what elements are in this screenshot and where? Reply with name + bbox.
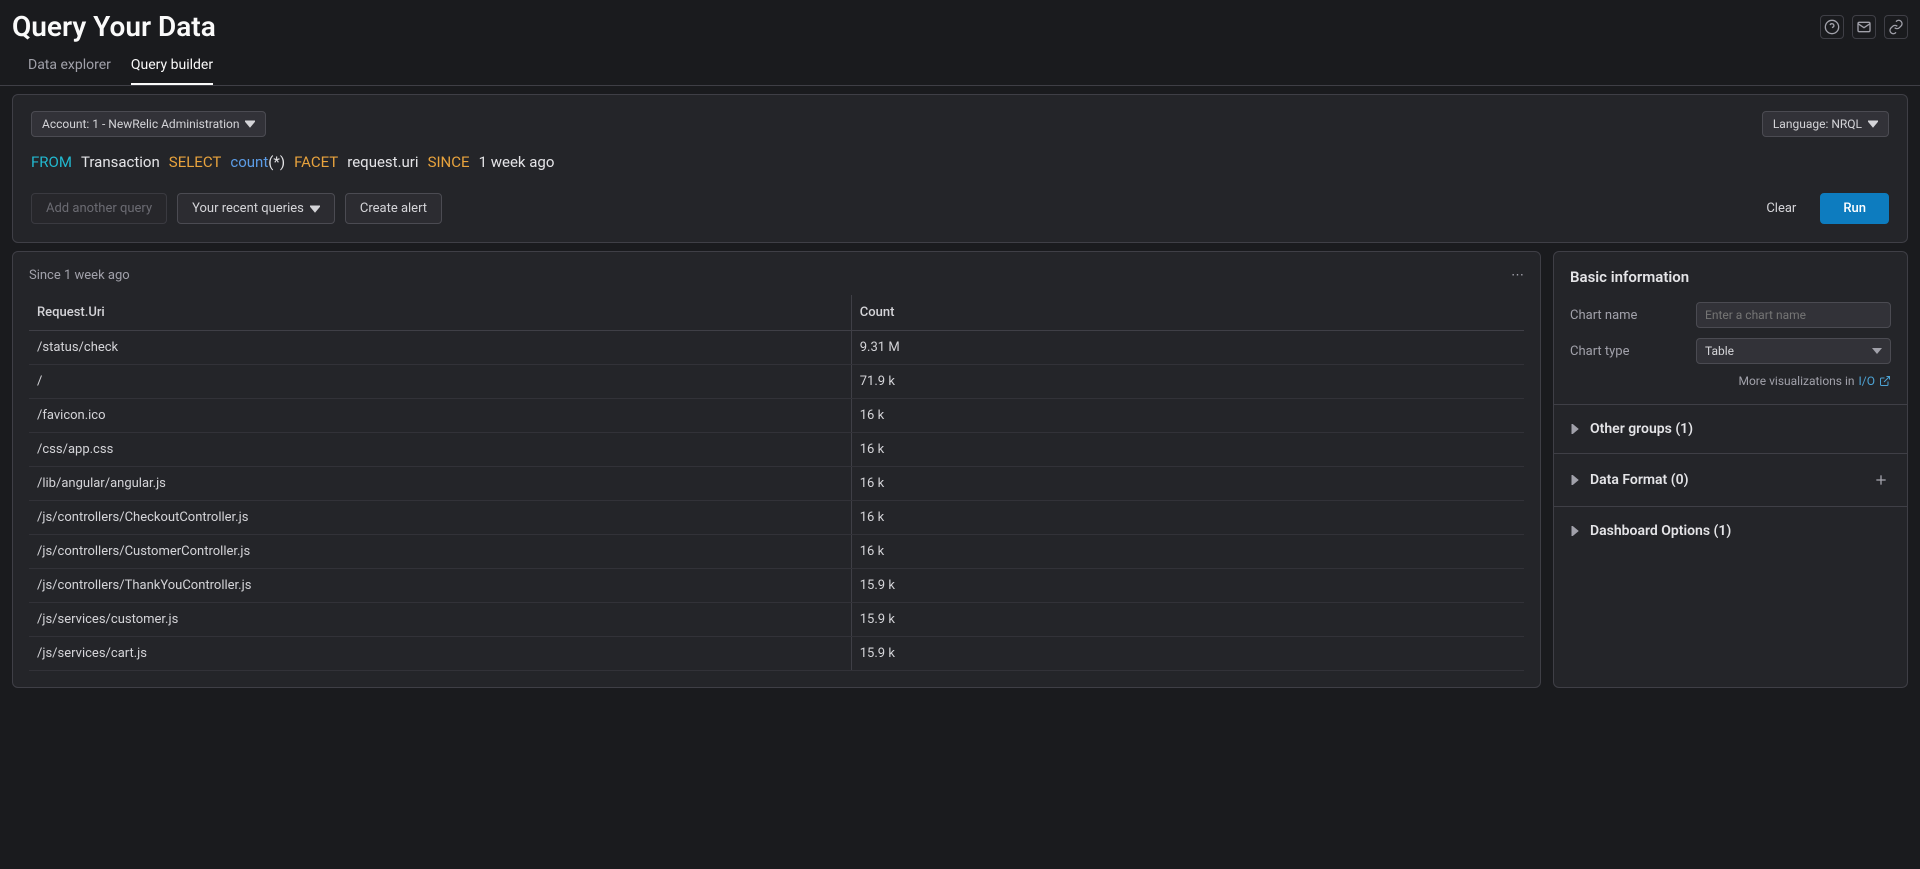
query-facet-field: request.uri: [347, 153, 418, 171]
recent-queries-label: Your recent queries: [192, 201, 304, 216]
run-button[interactable]: Run: [1820, 193, 1889, 224]
link-icon[interactable]: [1884, 15, 1908, 39]
cell-count: 16 k: [851, 501, 1524, 535]
column-header-uri[interactable]: Request.Uri: [29, 295, 851, 331]
keyword-from: FROM: [31, 153, 72, 171]
table-row[interactable]: /js/services/cart.js15.9 k: [29, 637, 1524, 671]
tab-data-explorer[interactable]: Data explorer: [28, 57, 111, 85]
table-row[interactable]: /css/app.css16 k: [29, 433, 1524, 467]
plus-icon: [1873, 472, 1889, 488]
table-row[interactable]: /js/controllers/ThankYouController.js15.…: [29, 569, 1524, 603]
cell-count: 9.31 M: [851, 331, 1524, 365]
cell-uri: /js/controllers/CustomerController.js: [29, 535, 851, 569]
cell-count: 16 k: [851, 399, 1524, 433]
cell-count: 16 k: [851, 535, 1524, 569]
recent-queries-button[interactable]: Your recent queries: [177, 193, 335, 224]
mail-icon[interactable]: [1852, 15, 1876, 39]
cell-uri: /js/services/customer.js: [29, 603, 851, 637]
table-row[interactable]: /favicon.ico16 k: [29, 399, 1524, 433]
help-icon[interactable]: [1820, 15, 1844, 39]
dashboard-options-accordion[interactable]: Dashboard Options (1): [1554, 507, 1907, 555]
cell-uri: /: [29, 365, 851, 399]
cell-count: 15.9 k: [851, 637, 1524, 671]
cell-uri: /css/app.css: [29, 433, 851, 467]
column-header-count[interactable]: Count: [851, 295, 1524, 331]
chevron-down-icon: [1868, 119, 1878, 129]
external-link-icon: [1879, 375, 1891, 387]
cell-uri: /favicon.ico: [29, 399, 851, 433]
cell-uri: /js/controllers/CheckoutController.js: [29, 501, 851, 535]
chart-name-label: Chart name: [1570, 308, 1637, 323]
cell-count: 15.9 k: [851, 603, 1524, 637]
language-selector[interactable]: Language: NRQL: [1762, 111, 1889, 137]
dashboard-options-label: Dashboard Options (1): [1590, 523, 1731, 539]
cell-count: 71.9 k: [851, 365, 1524, 399]
io-link[interactable]: I/O: [1859, 374, 1875, 388]
query-since-val: 1 week ago: [479, 153, 555, 171]
query-table: Transaction: [81, 153, 160, 171]
cell-uri: /js/services/cart.js: [29, 637, 851, 671]
add-another-query-button: Add another query: [31, 193, 167, 224]
chevron-down-icon: [1872, 346, 1882, 356]
table-row[interactable]: /lib/angular/angular.js16 k: [29, 467, 1524, 501]
table-row[interactable]: /status/check9.31 M: [29, 331, 1524, 365]
cell-uri: /js/controllers/ThankYouController.js: [29, 569, 851, 603]
other-groups-label: Other groups (1): [1590, 421, 1693, 437]
add-format-button[interactable]: [1871, 470, 1891, 490]
cell-count: 15.9 k: [851, 569, 1524, 603]
keyword-since: SINCE: [428, 153, 470, 171]
data-format-label: Data Format (0): [1590, 472, 1689, 488]
chart-type-label: Chart type: [1570, 344, 1630, 359]
cell-uri: /lib/angular/angular.js: [29, 467, 851, 501]
table-row[interactable]: /js/services/customer.js15.9 k: [29, 603, 1524, 637]
language-selector-label: Language: NRQL: [1773, 117, 1862, 131]
more-viz-text: More visualizations in: [1738, 374, 1854, 388]
cell-count: 16 k: [851, 467, 1524, 501]
chevron-right-icon: [1570, 526, 1580, 536]
query-args: (*): [268, 153, 285, 171]
keyword-select: SELECT: [169, 153, 222, 171]
chart-type-select[interactable]: Table: [1696, 338, 1891, 364]
create-alert-button[interactable]: Create alert: [345, 193, 442, 224]
clear-button[interactable]: Clear: [1752, 193, 1810, 224]
basic-info-header: Basic information: [1570, 268, 1891, 286]
chevron-right-icon: [1570, 475, 1580, 485]
chart-type-value: Table: [1705, 344, 1734, 358]
chevron-down-icon: [310, 204, 320, 214]
page-title: Query Your Data: [12, 10, 216, 43]
chart-name-input[interactable]: [1696, 302, 1891, 328]
table-row[interactable]: /js/controllers/CustomerController.js16 …: [29, 535, 1524, 569]
table-row[interactable]: /js/controllers/CheckoutController.js16 …: [29, 501, 1524, 535]
data-format-accordion[interactable]: Data Format (0): [1554, 454, 1907, 506]
chevron-down-icon: [245, 119, 255, 129]
account-selector-label: Account: 1 - NewRelic Administration: [42, 117, 239, 131]
query-editor[interactable]: FROM Transaction SELECT count(*) FACET r…: [31, 153, 1889, 171]
cell-count: 16 k: [851, 433, 1524, 467]
results-table: Request.Uri Count /status/check9.31 M/71…: [29, 295, 1524, 671]
cell-uri: /status/check: [29, 331, 851, 365]
chevron-right-icon: [1570, 424, 1580, 434]
keyword-facet: FACET: [294, 153, 338, 171]
tab-query-builder[interactable]: Query builder: [131, 57, 213, 85]
other-groups-accordion[interactable]: Other groups (1): [1554, 405, 1907, 453]
more-options-icon[interactable]: ⋯: [1511, 268, 1524, 283]
table-row[interactable]: /71.9 k: [29, 365, 1524, 399]
query-function: count: [230, 153, 268, 171]
account-selector[interactable]: Account: 1 - NewRelic Administration: [31, 111, 266, 137]
since-label: Since 1 week ago: [29, 268, 130, 283]
